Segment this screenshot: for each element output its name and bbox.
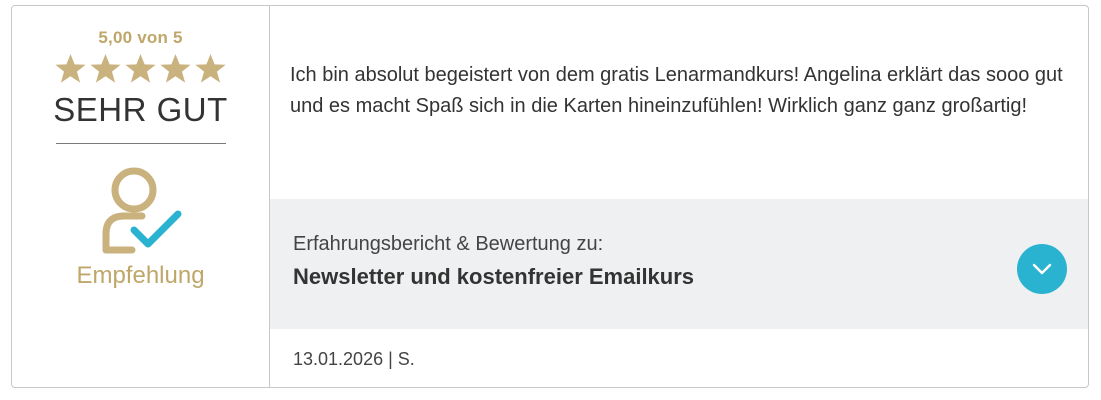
rating-verdict: SEHR GUT xyxy=(53,91,228,128)
expand-toggle-button[interactable] xyxy=(1017,244,1067,294)
user-check-icon xyxy=(102,167,181,254)
product-panel: Erfahrungsbericht & Bewertung zu: Newsle… xyxy=(270,199,1088,329)
divider xyxy=(55,143,226,144)
star-rating xyxy=(54,52,227,85)
star-icon xyxy=(55,54,86,83)
review-content: Ich bin absolut begeistert von dem grati… xyxy=(270,6,1088,387)
star-icon xyxy=(90,54,121,83)
rating-panel: 5,00 von 5 SEHR GUT Empfehlung xyxy=(12,6,270,387)
star-icon xyxy=(160,54,191,83)
product-caption: Erfahrungsbericht & Bewertung zu: xyxy=(293,233,604,255)
review-card: 5,00 von 5 SEHR GUT Empfehlung Ich bin a… xyxy=(11,5,1089,388)
chevron-down-icon xyxy=(1032,263,1052,275)
recommendation-label: Empfehlung xyxy=(76,262,205,289)
product-name: Newsletter und kostenfreier Emailkurs xyxy=(293,264,695,289)
review-text: Ich bin absolut begeistert von dem grati… xyxy=(290,64,1063,117)
star-icon xyxy=(195,54,226,83)
rating-score: 5,00 von 5 xyxy=(98,28,183,47)
star-icon xyxy=(125,54,156,83)
review-meta: 13.01.2026 | S. xyxy=(293,349,415,369)
